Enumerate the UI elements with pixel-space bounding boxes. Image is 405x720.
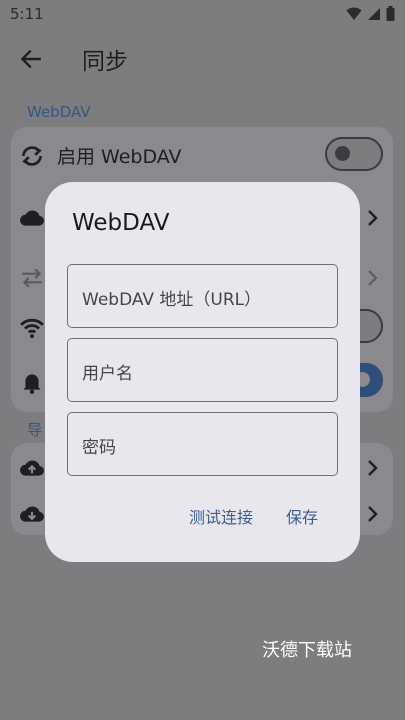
cloud-icon (20, 210, 44, 226)
arrow-back-icon[interactable] (18, 46, 44, 72)
app-bar: 同步 (0, 28, 405, 88)
save-button[interactable]: 保存 (286, 504, 318, 528)
sync-icon (22, 146, 42, 166)
enable-webdav-row[interactable]: 启用 WebDAV (11, 127, 393, 183)
username-field[interactable]: 用户名 (67, 338, 338, 402)
test-connection-button[interactable]: 测试连接 (189, 504, 253, 528)
password-field[interactable]: 密码 (67, 412, 338, 476)
signal-icon (368, 7, 380, 20)
enable-webdav-toggle[interactable] (325, 137, 383, 171)
cloud-download-icon (20, 506, 44, 522)
battery-icon (386, 6, 395, 21)
section-label-webdav: WebDAV (27, 103, 91, 121)
status-icons (346, 6, 395, 21)
section-label-import: 导 (27, 421, 43, 439)
swap-icon (22, 268, 42, 288)
chevron-right-icon (368, 270, 378, 286)
chevron-right-icon (368, 506, 378, 522)
enable-webdav-label: 启用 WebDAV (57, 146, 182, 168)
webdav-url-field[interactable]: WebDAV 地址（URL） (67, 264, 338, 328)
username-placeholder: 用户名 (82, 364, 133, 384)
dialog-title: WebDAV (72, 210, 170, 236)
webdav-url-placeholder: WebDAV 地址（URL） (82, 290, 262, 310)
wifi-icon (20, 318, 44, 339)
password-placeholder: 密码 (82, 438, 116, 458)
chevron-right-icon (368, 210, 378, 226)
bell-icon (23, 374, 41, 394)
cloud-upload-icon (20, 460, 44, 476)
chevron-right-icon (368, 460, 378, 476)
watermark: 沃德下载站 (262, 640, 352, 661)
toggle-knob (335, 146, 350, 161)
wifi-icon (346, 7, 362, 20)
status-time: 5:11 (10, 5, 44, 23)
status-bar: 5:11 (0, 0, 405, 28)
webdav-dialog: WebDAV WebDAV 地址（URL） 用户名 密码 测试连接 保存 (45, 182, 360, 562)
page-title: 同步 (82, 49, 128, 75)
